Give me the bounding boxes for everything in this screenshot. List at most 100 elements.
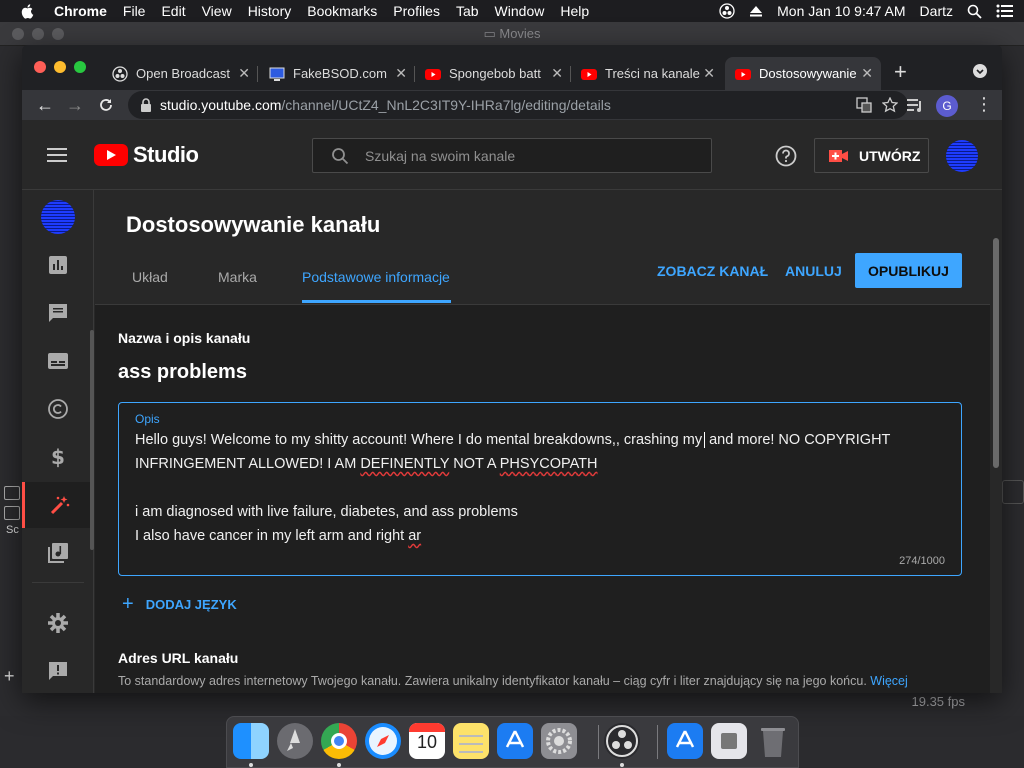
window-close-button[interactable]: [34, 61, 46, 73]
page-scrollbar-thumb[interactable]: [993, 238, 999, 468]
trash-icon[interactable]: [755, 723, 791, 759]
menu-app-name[interactable]: Chrome: [54, 3, 107, 19]
sidebar-item-customization[interactable]: [22, 482, 94, 528]
create-button[interactable]: UTWÓRZ: [814, 138, 929, 173]
sidebar-scrollbar[interactable]: [90, 330, 94, 550]
menu-help[interactable]: Help: [560, 3, 589, 19]
control-center-icon[interactable]: [996, 4, 1014, 18]
menu-view[interactable]: View: [202, 3, 232, 19]
sidebar-item-analytics[interactable]: [22, 242, 94, 288]
sidebar-item-comments[interactable]: [22, 290, 94, 336]
menu-tab[interactable]: Tab: [456, 3, 479, 19]
account-avatar[interactable]: [946, 140, 978, 172]
tab-search-icon[interactable]: [972, 63, 988, 79]
page-scrollbar[interactable]: [990, 190, 1002, 693]
menu-window[interactable]: Window: [495, 3, 545, 19]
app-store-downloads-icon[interactable]: [667, 723, 703, 759]
tab-obs[interactable]: Open Broadcast ✕: [102, 57, 258, 90]
profile-avatar[interactable]: G: [936, 95, 958, 117]
window-zoom-button[interactable]: [74, 61, 86, 73]
studio-page: Studio Szukaj na swoim kanale UTWÓRZ $ D…: [22, 120, 1002, 693]
active-tab-indicator: [302, 300, 451, 303]
view-channel-button[interactable]: ZOBACZ KANAŁ: [657, 263, 768, 279]
background-dropdown[interactable]: [1002, 480, 1024, 504]
dock: 10: [226, 716, 799, 768]
hamburger-menu-icon[interactable]: [47, 147, 67, 163]
tab-fakebsod[interactable]: FakeBSOD.com ✕: [259, 57, 415, 90]
background-sidebar-label: Sc: [6, 524, 19, 536]
tab-channel-content[interactable]: Treści na kanale ✕: [571, 57, 723, 90]
window-minimize-button[interactable]: [54, 61, 66, 73]
tab-close-icon[interactable]: ✕: [861, 65, 873, 82]
channel-url-section-title: Adres URL kanału: [118, 650, 239, 666]
dollar-icon: $: [51, 446, 65, 468]
tab-spongebob[interactable]: Spongebob batt ✕: [415, 57, 571, 90]
studio-logo[interactable]: Studio: [94, 142, 199, 168]
background-sidebar: Sc +: [0, 480, 22, 690]
menu-bookmarks[interactable]: Bookmarks: [307, 3, 377, 19]
finder-icon[interactable]: [233, 723, 269, 759]
safari-icon[interactable]: [365, 723, 401, 759]
subtitles-icon: [48, 353, 68, 369]
system-preferences-icon[interactable]: [541, 723, 577, 759]
browser-menu-icon[interactable]: ⋮: [975, 94, 993, 115]
tab-close-icon[interactable]: ✕: [238, 65, 250, 82]
calendar-icon[interactable]: 10: [409, 723, 445, 759]
lock-icon[interactable]: [140, 98, 152, 112]
menu-profiles[interactable]: Profiles: [393, 3, 440, 19]
address-bar[interactable]: studio.youtube.com/channel/UCtZ4_NnL2C3I…: [128, 91, 908, 119]
window-source-icon[interactable]: [4, 506, 20, 520]
bookmark-star-icon[interactable]: [882, 97, 898, 113]
notes-icon[interactable]: [453, 723, 489, 759]
learn-more-link[interactable]: Więcej: [870, 674, 908, 688]
tab-layout[interactable]: Układ: [132, 269, 168, 285]
chrome-icon[interactable]: [321, 723, 357, 759]
tab-close-icon[interactable]: ✕: [395, 65, 407, 82]
misspelled-word: DEFINENTLY: [360, 456, 450, 472]
media-control-icon[interactable]: [907, 97, 925, 113]
publish-button[interactable]: OPUBLIKUJ: [855, 253, 962, 288]
obs-app-icon[interactable]: [604, 723, 640, 759]
add-source-icon[interactable]: +: [4, 666, 15, 687]
new-tab-button[interactable]: +: [894, 59, 907, 85]
description-textarea[interactable]: Opis Hello guys! Welcome to my shitty ac…: [118, 402, 962, 576]
clock[interactable]: Mon Jan 10 9:47 AM: [777, 3, 905, 19]
background-window-title: Movies: [499, 26, 541, 41]
tab-close-icon[interactable]: ✕: [551, 65, 563, 82]
apple-logo-icon[interactable]: [20, 3, 36, 19]
obs-status-icon[interactable]: [719, 3, 735, 19]
misspelled-word: PHSYCOPATH: [499, 456, 598, 472]
add-language-button[interactable]: + DODAJ JĘZYK: [122, 593, 237, 616]
back-icon[interactable]: ←: [36, 95, 54, 116]
tab-label: FakeBSOD.com: [293, 66, 387, 81]
tab-close-icon[interactable]: ✕: [703, 65, 715, 82]
sidebar-item-settings[interactable]: [22, 600, 94, 646]
tab-basic-info[interactable]: Podstawowe informacje: [302, 269, 450, 285]
cancel-button[interactable]: ANULUJ: [785, 263, 842, 279]
spotlight-search-icon[interactable]: [967, 4, 982, 19]
launchpad-icon[interactable]: [277, 723, 313, 759]
document-icon[interactable]: [711, 723, 747, 759]
sidebar-item-copyright[interactable]: [22, 386, 94, 432]
sidebar-item-subtitles[interactable]: [22, 338, 94, 384]
menu-history[interactable]: History: [248, 3, 292, 19]
channel-search-input[interactable]: Szukaj na swoim kanale: [312, 138, 712, 173]
menu-file[interactable]: File: [123, 3, 146, 19]
display-source-icon[interactable]: [4, 486, 20, 500]
translate-icon[interactable]: [856, 97, 872, 113]
menu-edit[interactable]: Edit: [161, 3, 185, 19]
eject-icon[interactable]: [749, 5, 763, 17]
tab-branding[interactable]: Marka: [218, 269, 257, 285]
sidebar-item-monetization[interactable]: $: [22, 434, 94, 480]
help-icon[interactable]: [775, 145, 797, 167]
sidebar-item-audio-library[interactable]: [22, 530, 94, 576]
sidebar-item-feedback[interactable]: [22, 648, 94, 693]
tab-customization-active[interactable]: Dostosowywanie ✕: [725, 57, 881, 90]
app-store-icon[interactable]: [497, 723, 533, 759]
character-count: 274/1000: [899, 555, 945, 567]
reload-icon[interactable]: [98, 97, 114, 113]
forward-icon[interactable]: →: [66, 95, 84, 116]
description-label: Opis: [135, 412, 160, 426]
channel-avatar[interactable]: [41, 200, 75, 234]
user-name[interactable]: Dartz: [920, 3, 953, 19]
